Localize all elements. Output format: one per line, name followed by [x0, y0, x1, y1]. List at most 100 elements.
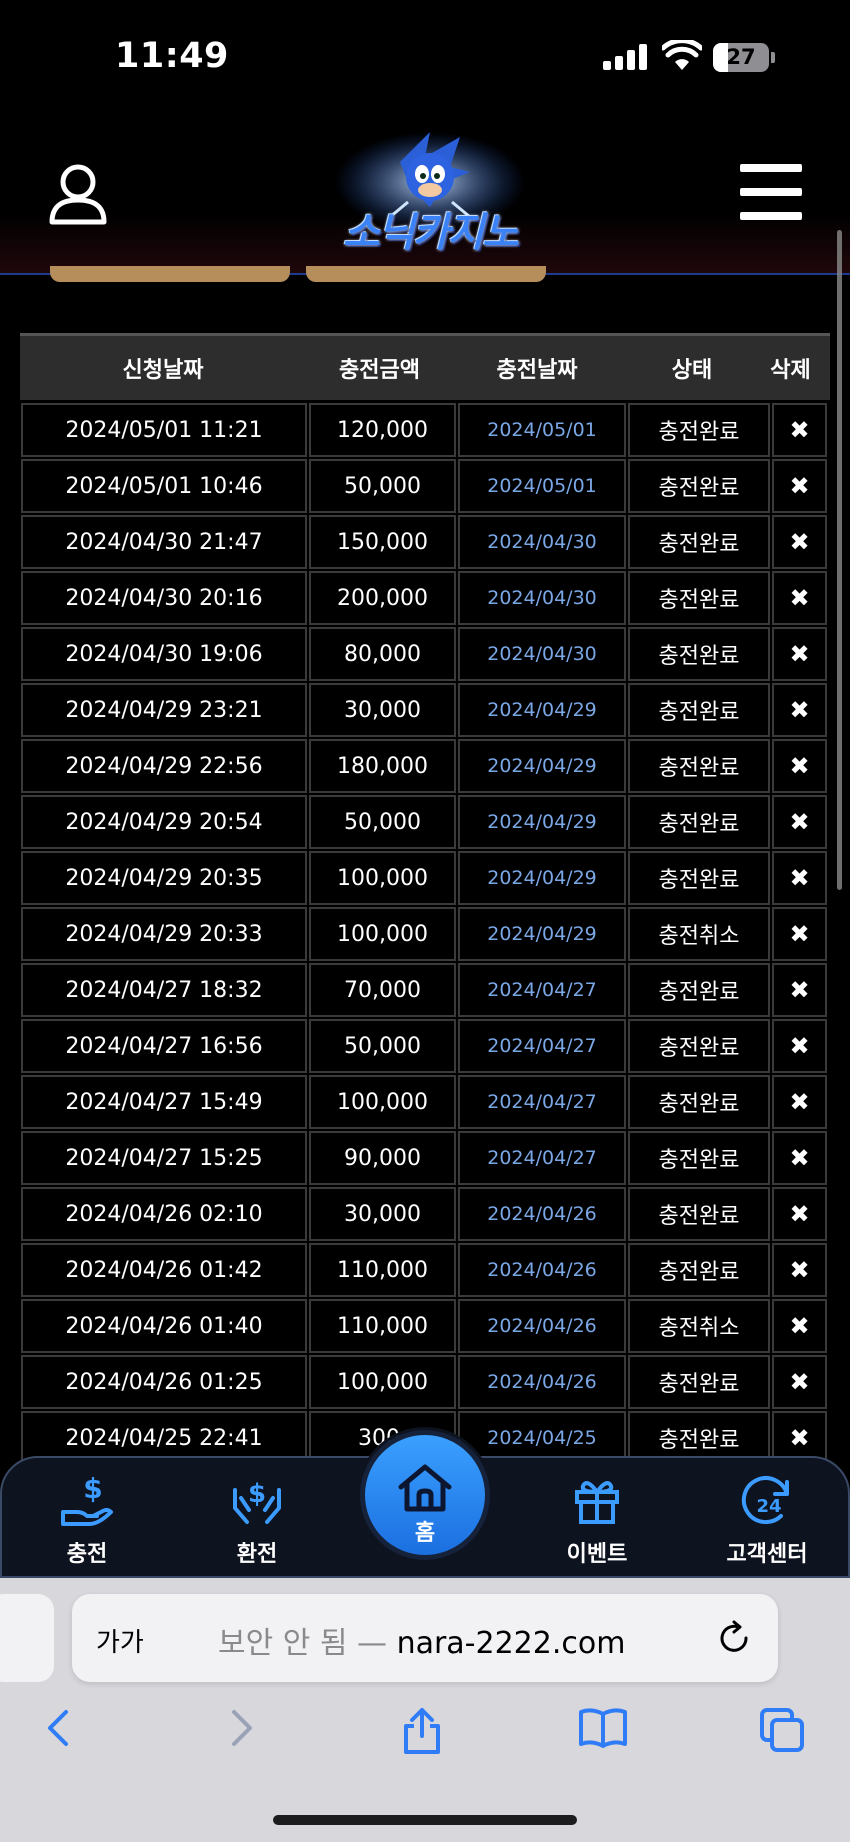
charge-date-cell: 2024/04/30 [458, 571, 626, 625]
request-date-cell: 2024/04/26 01:25 [21, 1355, 307, 1409]
request-date-cell: 2024/04/29 23:21 [21, 683, 307, 737]
nav-charge[interactable]: $ 충전 [32, 1468, 142, 1578]
charge-date-cell: 2024/05/01 [458, 459, 626, 513]
delete-cell: ✖ [772, 683, 827, 737]
charge-date-cell: 2024/04/27 [458, 1019, 626, 1073]
reload-icon[interactable] [716, 1620, 752, 1656]
table-row: 2024/04/29 20:33 100,000 2024/04/29 충전취소 ✖ [20, 906, 830, 962]
charge-date-cell: 2024/04/29 [458, 739, 626, 793]
tabs-icon[interactable] [758, 1706, 806, 1754]
browser-chrome: 가가 보안 안 됨 — nara-2222.com [0, 1578, 850, 1842]
status-cell: 충전완료 [628, 627, 770, 681]
request-date-cell: 2024/04/29 20:35 [21, 851, 307, 905]
request-date-cell: 2024/04/27 15:49 [21, 1075, 307, 1129]
forward-icon[interactable] [224, 1706, 260, 1750]
request-date-cell: 2024/04/27 18:32 [21, 963, 307, 1017]
delete-icon[interactable]: ✖ [789, 1256, 809, 1284]
delete-cell: ✖ [772, 515, 827, 569]
delete-icon[interactable]: ✖ [789, 584, 809, 612]
delete-icon[interactable]: ✖ [789, 528, 809, 556]
status-bar: 11:49 27 [0, 0, 850, 112]
table-row: 2024/04/26 01:42 110,000 2024/04/26 충전완료 ✖ [20, 1242, 830, 1298]
delete-cell: ✖ [772, 571, 827, 625]
delete-icon[interactable]: ✖ [789, 640, 809, 668]
charge-date-cell: 2024/05/01 [458, 403, 626, 457]
delete-cell: ✖ [772, 1299, 827, 1353]
request-date-cell: 2024/04/29 20:54 [21, 795, 307, 849]
table-row: 2024/04/29 22:56 180,000 2024/04/29 충전완료 ✖ [20, 738, 830, 794]
delete-icon[interactable]: ✖ [789, 1368, 809, 1396]
tab-right[interactable] [306, 266, 546, 282]
hands-dollar-icon: $ [233, 1479, 281, 1524]
nav-home-button[interactable]: 홈 [360, 1430, 490, 1560]
status-cell: 충전완료 [628, 1131, 770, 1185]
delete-cell: ✖ [772, 1075, 827, 1129]
table-row: 2024/04/29 23:21 30,000 2024/04/29 충전완료 ✖ [20, 682, 830, 738]
url-text[interactable]: 보안 안 됨 — nara-2222.com [218, 1618, 625, 1662]
charge-date-cell: 2024/04/29 [458, 907, 626, 961]
delete-icon[interactable]: ✖ [789, 696, 809, 724]
delete-icon[interactable]: ✖ [789, 864, 809, 892]
status-cell: 충전취소 [628, 907, 770, 961]
amount-cell: 50,000 [309, 795, 456, 849]
site-logo[interactable]: 소닉카지노 [330, 122, 530, 272]
request-date-cell: 2024/04/30 21:47 [21, 515, 307, 569]
nav-label: 이벤트 [566, 1542, 628, 1567]
delete-icon[interactable]: ✖ [789, 472, 809, 500]
status-cell: 충전취소 [628, 1299, 770, 1353]
status-cell: 충전완료 [628, 1243, 770, 1297]
nav-exchange[interactable]: $ 환전 [202, 1468, 312, 1578]
delete-cell: ✖ [772, 907, 827, 961]
status-cell: 충전완료 [628, 459, 770, 513]
wifi-icon [662, 40, 702, 70]
nav-label: 고객센터 [726, 1542, 808, 1567]
request-date-cell: 2024/04/26 01:40 [21, 1299, 307, 1353]
delete-icon[interactable]: ✖ [789, 920, 809, 948]
delete-icon[interactable]: ✖ [789, 416, 809, 444]
delete-icon[interactable]: ✖ [789, 1088, 809, 1116]
delete-icon[interactable]: ✖ [789, 808, 809, 836]
text-size-button[interactable]: 가가 [96, 1622, 144, 1659]
status-cell: 충전완료 [628, 571, 770, 625]
charge-date-cell: 2024/04/26 [458, 1299, 626, 1353]
bookmarks-icon[interactable] [578, 1706, 628, 1750]
nav-support[interactable]: 24 고객센터 [712, 1468, 822, 1578]
delete-icon[interactable]: ✖ [789, 1200, 809, 1228]
hamburger-menu-icon[interactable] [740, 164, 802, 220]
request-date-cell: 2024/04/27 15:25 [21, 1131, 307, 1185]
delete-icon[interactable]: ✖ [789, 1424, 809, 1452]
status-cell: 충전완료 [628, 1075, 770, 1129]
charge-date-cell: 2024/04/29 [458, 683, 626, 737]
nav-event[interactable]: 이벤트 [542, 1468, 652, 1578]
status-cell: 충전완료 [628, 1019, 770, 1073]
delete-icon[interactable]: ✖ [789, 1032, 809, 1060]
previous-tab-card[interactable] [0, 1594, 54, 1682]
nav-label: 환전 [236, 1542, 278, 1567]
share-icon[interactable] [400, 1706, 444, 1756]
request-date-cell: 2024/05/01 11:21 [21, 403, 307, 457]
request-date-cell: 2024/04/27 16:56 [21, 1019, 307, 1073]
tab-left[interactable] [50, 266, 290, 282]
table-row: 2024/04/29 20:54 50,000 2024/04/29 충전완료 ✖ [20, 794, 830, 850]
user-profile-icon[interactable] [48, 162, 108, 226]
delete-cell: ✖ [772, 459, 827, 513]
hand-dollar-icon: $ [61, 1472, 113, 1526]
scrollbar[interactable] [837, 230, 842, 890]
home-icon [398, 1464, 452, 1512]
delete-icon[interactable]: ✖ [789, 1312, 809, 1340]
table-row: 2024/04/26 01:25 100,000 2024/04/26 충전완료 ✖ [20, 1354, 830, 1410]
delete-icon[interactable]: ✖ [789, 976, 809, 1004]
address-bar[interactable]: 가가 보안 안 됨 — nara-2222.com [72, 1594, 778, 1682]
battery-icon: 27 [713, 43, 769, 72]
back-icon[interactable] [40, 1706, 76, 1750]
request-date-cell: 2024/04/30 20:16 [21, 571, 307, 625]
delete-cell: ✖ [772, 403, 827, 457]
amount-cell: 200,000 [309, 571, 456, 625]
amount-cell: 30,000 [309, 683, 456, 737]
delete-icon[interactable]: ✖ [789, 752, 809, 780]
delete-icon[interactable]: ✖ [789, 1144, 809, 1172]
status-cell: 충전완료 [628, 739, 770, 793]
delete-cell: ✖ [772, 627, 827, 681]
support-24-icon: 24 [741, 1476, 789, 1524]
charge-date-cell: 2024/04/26 [458, 1243, 626, 1297]
